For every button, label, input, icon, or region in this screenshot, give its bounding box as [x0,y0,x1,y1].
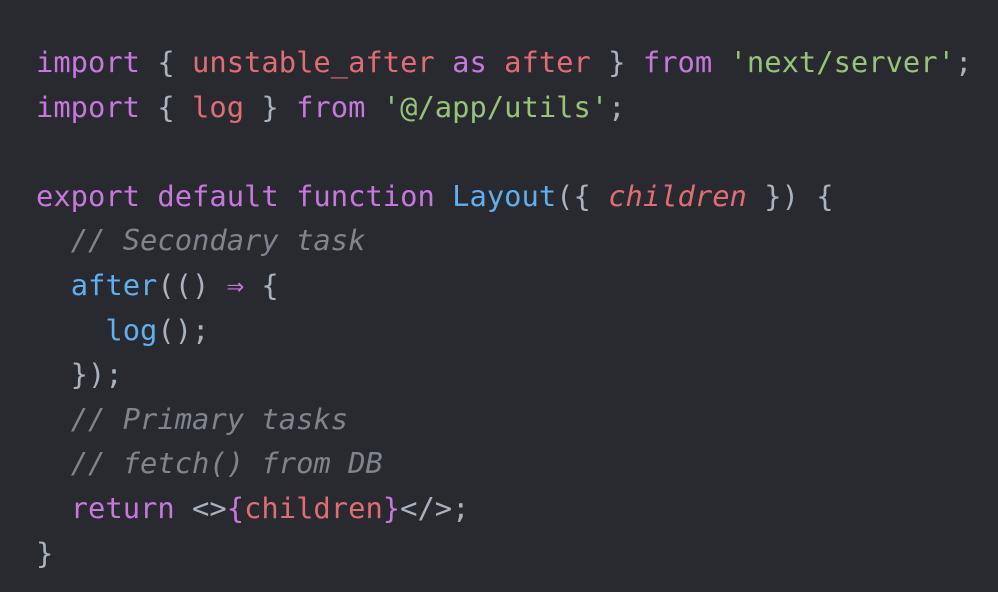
code-line: after(() ⇒ { [36,263,972,308]
function-token: log [105,312,158,347]
code-line: // Primary tasks [36,397,972,442]
punctuation-token: <> [174,490,227,525]
punctuation-token [36,446,71,480]
punctuation-token [36,491,71,525]
code-line: log(); [36,308,972,353]
keyword-token: return [70,490,175,525]
punctuation-token [365,90,382,124]
code-block: import { unstable_after as after } from … [36,40,972,575]
string-token: '@/app/utils' [382,89,609,124]
variable-token: children [244,490,383,525]
punctuation-token [36,223,71,257]
keyword-token: export [36,178,141,213]
punctuation-token: { [140,89,193,124]
keyword-token: import [36,45,141,79]
punctuation-token: (); [157,312,210,347]
punctuation-token: }); [36,357,123,392]
punctuation-token: } [590,45,643,79]
punctuation-token [36,313,105,347]
comment-token: // fetch() from DB [70,446,383,481]
jsx-brace-token: { [226,490,245,525]
keyword-token: default [157,178,279,213]
comment-token: // Secondary task [70,223,366,258]
punctuation-token [487,45,504,79]
punctuation-token: ; [954,45,973,79]
punctuation-token: }) { [746,178,834,213]
code-line: import { log } from '@/app/utils'; [36,85,972,130]
punctuation-token [712,45,729,79]
punctuation-token [279,179,296,213]
variable-token: unstable_after [192,45,435,79]
variable-token: after [504,45,591,79]
keyword-token: as [452,45,487,79]
code-line: }); [36,352,972,397]
function-token: Layout [452,178,557,213]
keyword-token: from [296,89,366,124]
code-line: } [36,531,972,576]
punctuation-token [435,179,452,213]
comment-token: // Primary tasks [70,401,349,436]
string-token: 'next/server' [729,45,955,79]
punctuation-token: </>; [400,490,470,525]
code-line: // fetch() from DB [36,441,972,486]
keyword-token: ⇒ [226,267,245,302]
jsx-brace-token: } [382,490,401,525]
punctuation-token [435,45,452,79]
keyword-token: function [296,178,435,213]
punctuation-token: } [36,535,54,570]
code-line: // Secondary task [36,218,972,263]
punctuation-token: ({ [556,178,609,213]
variable-token: log [192,89,245,124]
punctuation-token: (() [157,267,227,302]
punctuation-token [36,402,71,436]
code-line: export default function Layout({ childre… [36,174,972,219]
punctuation-token: } [244,89,297,124]
punctuation-token: { [244,267,279,302]
punctuation-token [36,268,71,302]
punctuation-token: { [140,45,193,79]
punctuation-token: ; [608,89,626,124]
code-line: import { unstable_after as after } from … [36,40,972,85]
keyword-token: import [36,89,141,124]
function-token: after [70,267,158,302]
code-line: return <>{children}</>; [36,486,972,531]
punctuation-token [140,179,157,213]
parameter-token: children [608,178,747,213]
keyword-token: from [642,45,713,79]
